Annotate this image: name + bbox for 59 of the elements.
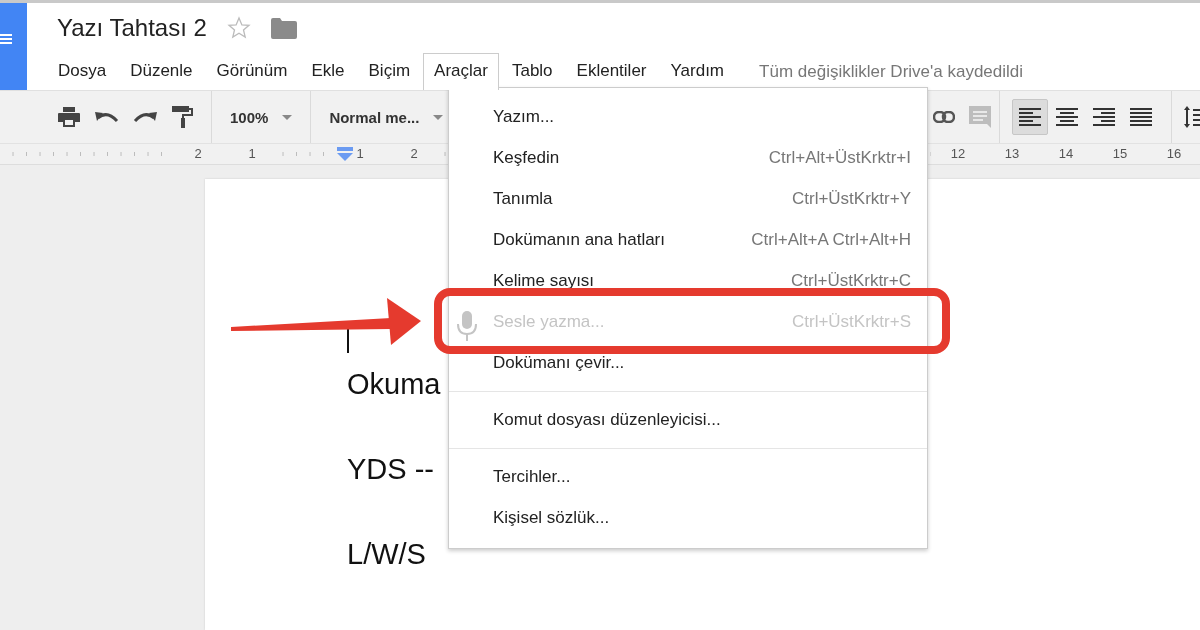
menu-item[interactable]: Ekle — [300, 53, 356, 90]
menu-option[interactable]: Keşfedin — [493, 147, 560, 168]
star-icon[interactable] — [226, 16, 251, 40]
ruler-number: 15 — [1110, 146, 1130, 161]
ruler-number: 14 — [1056, 146, 1076, 161]
align-left-icon — [1019, 108, 1041, 126]
menu-option[interactable]: Dokümanın ana hatları — [493, 229, 665, 250]
menu-option[interactable]: Tanımla — [493, 188, 553, 209]
menu-icon[interactable] — [0, 33, 12, 45]
print-icon[interactable] — [57, 106, 81, 128]
zoom-select[interactable]: 100% — [230, 108, 269, 126]
menu-option[interactable]: Kişisel sözlük... — [493, 507, 610, 528]
menu-option[interactable]: Dokümanı çevir... — [493, 352, 625, 373]
ruler-number: 16 — [1164, 146, 1184, 161]
menu-item[interactable]: Düzenle — [119, 53, 204, 90]
document-title[interactable]: Yazı Tahtası 2 — [57, 14, 207, 42]
ruler-number: 13 — [1002, 146, 1022, 161]
document-text: L/W/S — [347, 537, 426, 571]
shortcut-text: Ctrl+ÜstKrktr+S — [791, 311, 911, 332]
shortcut-text: Ctrl+ÜstKrktr+C — [791, 270, 911, 291]
ruler-number: 2 — [192, 146, 204, 161]
paint-roller-icon[interactable] — [171, 105, 193, 129]
document-text: Okuma — [347, 367, 441, 401]
menu-option[interactable]: Kelime sayısı — [493, 270, 595, 291]
menu-item[interactable]: Tablo — [500, 53, 564, 90]
menu-option[interactable]: Tercihler... — [493, 466, 571, 487]
menu-option[interactable]: Yazım... — [493, 106, 555, 127]
indent-marker-icon[interactable] — [337, 147, 353, 161]
menu-option: Sesle yazma... — [493, 311, 605, 332]
ruler-number: 1 — [354, 146, 366, 161]
text-cursor — [347, 329, 349, 353]
caret-icon[interactable] — [433, 114, 444, 120]
style-select[interactable]: Normal me... — [329, 108, 420, 126]
caret-icon[interactable] — [282, 114, 293, 120]
align-center-icon — [1056, 108, 1078, 126]
shortcut-text: Ctrl+Alt+ÜstKrktr+I — [768, 147, 911, 168]
alignment-button[interactable] — [1012, 99, 1048, 135]
link-icon[interactable] — [933, 111, 955, 123]
folder-icon[interactable] — [270, 17, 297, 39]
menu-item[interactable]: Eklentiler — [565, 53, 658, 90]
ruler-number: 1 — [246, 146, 258, 161]
align-right-icon — [1093, 108, 1115, 126]
undo-icon[interactable] — [95, 109, 119, 125]
ruler-number: 2 — [408, 146, 420, 161]
redo-icon[interactable] — [133, 109, 157, 125]
line-spacing-icon[interactable] — [1184, 106, 1200, 128]
document-text: YDS -- — [347, 452, 434, 486]
menu-item[interactable]: Görünüm — [205, 53, 299, 90]
justify-icon — [1130, 108, 1152, 126]
menu-option[interactable]: Komut dosyası düzenleyicisi... — [493, 409, 721, 430]
menu-item[interactable]: Araçlar — [423, 53, 499, 90]
save-status: Tüm değişiklikler Drive'a kaydedildi — [759, 61, 1024, 82]
menu-item[interactable]: Yardım — [659, 53, 736, 90]
shortcut-text: Ctrl+ÜstKrktr+Y — [791, 188, 911, 209]
ruler-number: 12 — [948, 146, 968, 161]
menu-item[interactable]: Biçim — [357, 53, 422, 90]
shortcut-text: Ctrl+Alt+A Ctrl+Alt+H — [751, 229, 911, 250]
microphone-icon — [457, 311, 477, 341]
menu-item[interactable]: Dosya — [47, 53, 118, 90]
